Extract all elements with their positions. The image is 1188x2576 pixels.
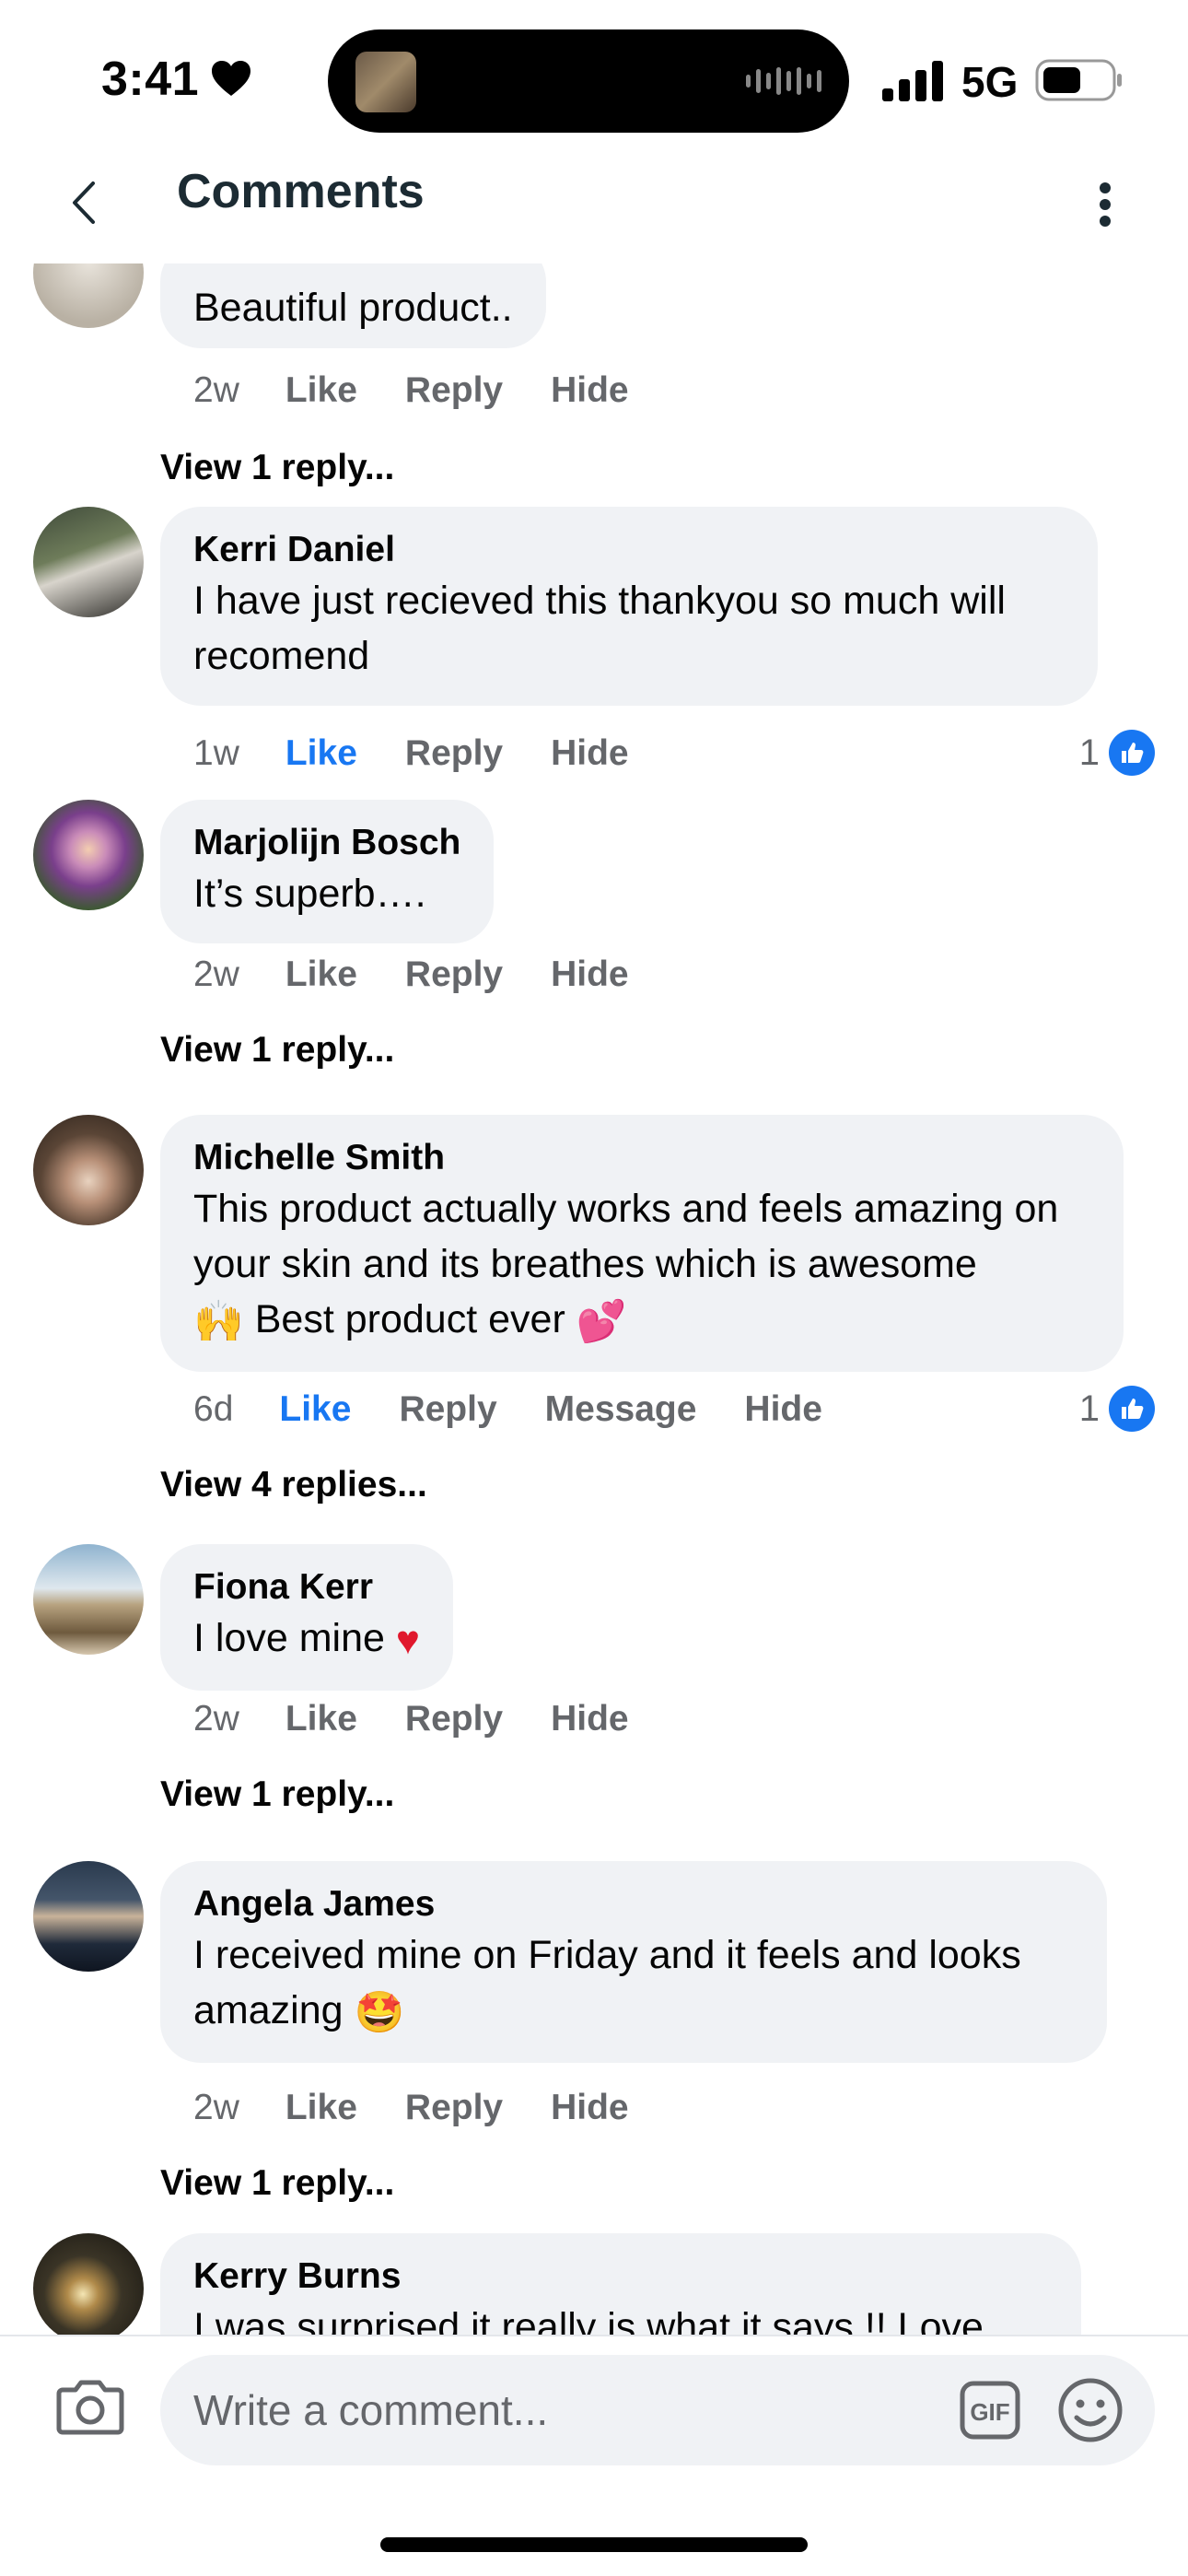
avatar[interactable] [33, 1115, 144, 1225]
avatar[interactable] [33, 800, 144, 910]
comment-time: 2w [193, 370, 239, 410]
comment-actions: 6d Like Reply Message Hide [193, 1389, 870, 1430]
comment-author[interactable]: Fiona Kerr [193, 1564, 420, 1610]
comment-bubble[interactable]: Beautiful product.. [160, 263, 546, 348]
comment-time: 2w [193, 954, 239, 994]
red-heart-emoji-icon: ♥ [395, 1617, 421, 1663]
hide-button[interactable]: Hide [551, 1699, 629, 1739]
like-button[interactable]: Like [285, 370, 357, 411]
message-button[interactable]: Message [545, 1389, 697, 1430]
reply-button[interactable]: Reply [405, 954, 503, 995]
reaction-count[interactable]: 1 [1079, 730, 1155, 776]
reply-button[interactable]: Reply [405, 370, 503, 411]
avatar[interactable] [33, 263, 144, 328]
view-replies-link[interactable]: View 1 reply... [160, 2163, 394, 2204]
audio-wave-icon [746, 64, 821, 98]
svg-text:GIF: GIF [970, 2398, 1009, 2426]
reaction-count-value: 1 [1078, 1388, 1100, 1429]
more-options-button[interactable] [1079, 168, 1131, 241]
avatar[interactable] [33, 1544, 144, 1655]
view-replies-link[interactable]: View 1 reply... [160, 1774, 394, 1815]
comment-text-part: I love mine [193, 1616, 385, 1660]
like-button[interactable]: Like [285, 954, 357, 995]
comment-actions: 1w Like Reply Hide [193, 733, 677, 774]
reaction-count[interactable]: 1 [1079, 1386, 1155, 1432]
avatar[interactable] [33, 1861, 144, 1972]
comment-actions: 2w Like Reply Hide [193, 954, 677, 995]
comment-composer: GIF [0, 2335, 1188, 2473]
comment-author[interactable]: Michelle Smith [193, 1135, 1090, 1181]
avatar[interactable] [33, 507, 144, 617]
comment-text: I love mine ♥ [193, 1610, 420, 1669]
comment-author[interactable]: Angela James [193, 1881, 1074, 1927]
comment-actions: 2w Like Reply Hide [193, 370, 677, 411]
comment-text: This product actually works and feels am… [193, 1181, 1090, 1350]
comment-bubble[interactable]: Kerry Burns I was surprised it really is… [160, 2233, 1081, 2335]
back-button[interactable] [55, 166, 111, 240]
thumbs-up-icon [1109, 730, 1155, 776]
reaction-count-value: 1 [1078, 732, 1100, 773]
comment-bubble[interactable]: Fiona Kerr I love mine ♥ [160, 1544, 454, 1691]
comment-actions: 2w Like Reply Hide [193, 2088, 677, 2128]
now-playing-thumbnail [355, 52, 416, 112]
comment-text-part: Best product ever [254, 1297, 565, 1341]
heart-icon [212, 61, 250, 96]
comment-author[interactable]: Marjolijn Bosch [193, 820, 460, 866]
like-button[interactable]: Like [285, 1699, 357, 1739]
comment-actions: 2w Like Reply Hide [193, 1699, 677, 1739]
comment-bubble[interactable]: Kerri Daniel I have just recieved this t… [160, 507, 1098, 706]
hide-button[interactable]: Hide [551, 733, 629, 774]
gif-icon[interactable]: GIF [960, 2381, 1020, 2440]
comment-text: I have just recieved this thankyou so mu… [193, 579, 1006, 678]
thumbs-up-icon [1109, 1386, 1155, 1432]
view-replies-link[interactable]: View 4 replies... [160, 1465, 427, 1505]
like-button[interactable]: Like [285, 733, 357, 774]
like-button[interactable]: Like [279, 1389, 351, 1430]
comment-text-part: This product actually works and feels am… [193, 1187, 1059, 1286]
comment-text-part: I received mine on Friday and it feels a… [193, 1933, 1021, 2032]
avatar[interactable] [33, 2233, 144, 2335]
comment-time: 2w [193, 1699, 239, 1739]
chevron-left-icon [73, 181, 95, 224]
comment-bubble[interactable]: Marjolijn Bosch It’s superb…. [160, 800, 495, 943]
reply-button[interactable]: Reply [405, 1699, 503, 1739]
hide-button[interactable]: Hide [551, 2088, 629, 2128]
signal-icon [882, 61, 943, 101]
two-hearts-emoji-icon: 💕 [576, 1298, 627, 1344]
like-button[interactable]: Like [285, 2088, 357, 2128]
comment-list[interactable]: Beautiful product.. 2w Like Reply Hide V… [0, 263, 1188, 2335]
network-label: 5G [961, 58, 1019, 106]
hide-button[interactable]: Hide [551, 954, 629, 995]
comment-text: It’s superb…. [193, 872, 426, 916]
emoji-icon[interactable] [1057, 2377, 1124, 2443]
home-indicator[interactable] [380, 2537, 808, 2552]
view-replies-link[interactable]: View 1 reply... [160, 448, 394, 488]
hide-button[interactable]: Hide [744, 1389, 822, 1430]
comment-text: I received mine on Friday and it feels a… [193, 1927, 1074, 2041]
header: Comments [0, 147, 1188, 267]
camera-icon[interactable] [55, 2373, 125, 2438]
battery-icon [1035, 59, 1122, 101]
more-vertical-icon [1100, 182, 1111, 227]
comment-bubble[interactable]: Michelle Smith This product actually wor… [160, 1115, 1124, 1372]
comment-author[interactable]: Kerri Daniel [193, 527, 1065, 573]
comment-text: I was surprised it really is what it say… [193, 2305, 984, 2335]
comment-bubble[interactable]: Angela James I received mine on Friday a… [160, 1861, 1107, 2063]
comment-time: 6d [193, 1389, 234, 1429]
hide-button[interactable]: Hide [551, 370, 629, 411]
star-struck-emoji-icon: 🤩 [354, 1989, 405, 2035]
comment-author[interactable]: Kerry Burns [193, 2254, 1048, 2300]
reply-button[interactable]: Reply [405, 733, 503, 774]
view-replies-link[interactable]: View 1 reply... [160, 1030, 394, 1071]
reply-button[interactable]: Reply [405, 2088, 503, 2128]
page-title: Comments [177, 165, 425, 218]
raising-hands-emoji-icon: 🙌 [193, 1298, 244, 1344]
reply-button[interactable]: Reply [399, 1389, 496, 1430]
status-bar: 3:41 5G [0, 0, 1188, 147]
comment-time: 1w [193, 733, 239, 773]
dynamic-island[interactable] [328, 29, 849, 133]
status-time: 3:41 [101, 53, 200, 106]
comment-text: Beautiful product.. [193, 286, 513, 330]
comment-time: 2w [193, 2088, 239, 2127]
